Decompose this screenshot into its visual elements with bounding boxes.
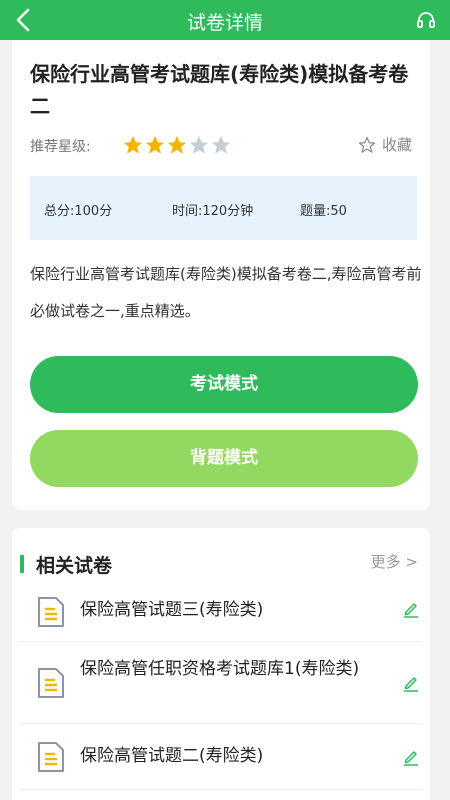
star-rating xyxy=(122,134,232,160)
paper-detail-card: 保险行业高管考试题库(寿险类)模拟备考卷二 推荐星级: 收藏 总分:100分 时… xyxy=(12,40,430,510)
page-title: 试卷详情 xyxy=(186,12,263,34)
paper-description: 保险行业高管考试题库(寿险类)模拟备考卷二,寿险高管考前必做试卷之一,重点精选。 xyxy=(30,265,422,320)
related-papers-card: 相关试卷 更多 > 保险高管试题三(寿险类) 保险高管任职资格考试题库1(寿险类… xyxy=(12,528,430,800)
top-bar: 试卷详情 xyxy=(0,0,450,40)
star-icon xyxy=(189,135,209,154)
total-score: 总分:100分 xyxy=(44,204,113,219)
related-section-title: 相关试卷 xyxy=(36,555,113,577)
favorite-label: 收藏 xyxy=(381,136,412,154)
more-link[interactable]: 更多 > xyxy=(371,551,418,572)
star-outline-icon xyxy=(358,136,376,153)
document-icon xyxy=(38,742,64,772)
question-count: 题量:50 xyxy=(300,204,347,219)
star-icon xyxy=(167,135,187,154)
related-paper-name: 保险高管任职资格考试题库1(寿险类) xyxy=(80,659,360,679)
recite-mode-button[interactable]: 背题模式 xyxy=(30,430,418,487)
list-item[interactable]: 保险高管试题二(寿险类) xyxy=(20,724,422,790)
headphones-icon[interactable] xyxy=(416,10,436,30)
edit-icon[interactable] xyxy=(402,600,420,618)
star-icon xyxy=(211,135,231,154)
duration: 时间:120分钟 xyxy=(172,204,254,219)
paper-info-box: 总分:100分 时间:120分钟 题量:50 xyxy=(30,176,417,240)
list-item[interactable]: 保险高管任职资格考试题库1(寿险类) xyxy=(20,642,422,724)
star-icon xyxy=(123,135,143,154)
edit-icon[interactable] xyxy=(402,748,420,766)
star-icon xyxy=(145,135,165,154)
document-icon xyxy=(38,668,64,698)
exam-mode-button[interactable]: 考试模式 xyxy=(30,356,418,413)
edit-icon[interactable] xyxy=(402,674,420,692)
document-icon xyxy=(38,597,64,627)
rating-label: 推荐星级: xyxy=(30,139,91,155)
related-paper-name: 保险高管试题二(寿险类) xyxy=(80,746,264,766)
favorite-button[interactable]: 收藏 xyxy=(358,134,412,155)
paper-title: 保险行业高管考试题库(寿险类)模拟备考卷二 xyxy=(30,62,409,118)
section-accent-bar xyxy=(20,555,24,573)
rating-row: 推荐星级: 收藏 xyxy=(30,134,420,158)
list-item[interactable]: 保险高管试题三(寿险类) xyxy=(20,586,422,642)
related-paper-name: 保险高管试题三(寿险类) xyxy=(80,600,264,620)
